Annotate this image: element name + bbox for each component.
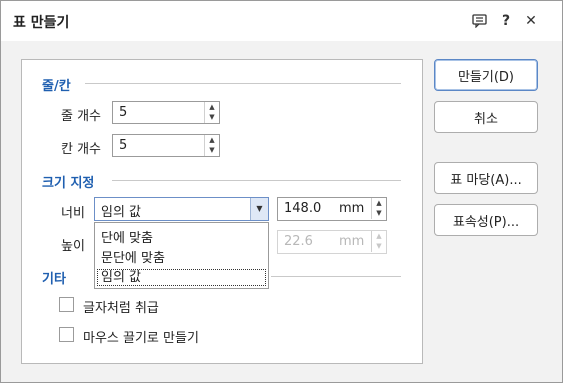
height-down-icon: ▼ (376, 242, 382, 250)
treat-as-char-checkbox[interactable] (59, 297, 74, 312)
mouse-drag-checkbox[interactable] (59, 327, 74, 342)
section-divider (112, 180, 401, 181)
width-mode-select[interactable]: 임의 값 ▼ (94, 197, 269, 221)
cols-spinner[interactable]: 5 ▲ ▼ (112, 134, 220, 157)
section-rows-cols: 줄/칸 (42, 79, 71, 94)
width-spinner[interactable]: 148.0 mm ▲ ▼ (277, 197, 387, 221)
dropdown-option[interactable]: 문단에 맞춤 (101, 247, 165, 266)
title-bar: 표 만들기 ? ✕ (1, 1, 562, 41)
help-icon[interactable]: ? (498, 13, 514, 29)
dropdown-option-selected[interactable]: 임의 값 (97, 269, 266, 286)
cols-label: 칸 개수 (61, 142, 102, 157)
mouse-drag-label[interactable]: 마우스 끌기로 만들기 (83, 327, 199, 346)
section-divider (85, 83, 401, 84)
height-up-icon: ▲ (376, 232, 382, 240)
width-down-icon[interactable]: ▼ (372, 208, 386, 218)
cancel-button[interactable]: 취소 (434, 101, 538, 133)
table-create-dialog: 표 만들기 ? ✕ 줄/칸 줄 개수 5 ▲ ▼ 칸 개수 5 ▲ ▼ 크기 지정 … (0, 0, 563, 383)
table-template-button[interactable]: 표 마당(A)... (434, 162, 538, 194)
rows-spinner[interactable]: 5 ▲ ▼ (112, 101, 220, 124)
cols-down-icon[interactable]: ▼ (205, 145, 219, 155)
width-mode-dropdown: 단에 맞춤 문단에 맞춤 임의 값 (94, 222, 269, 289)
dialog-title: 표 만들기 (13, 15, 70, 31)
width-label: 너비 (61, 206, 85, 221)
section-other: 기타 (42, 272, 66, 287)
rows-up-icon[interactable]: ▲ (205, 102, 219, 112)
create-button[interactable]: 만들기(D) (434, 59, 538, 91)
table-properties-button[interactable]: 표속성(P)... (434, 204, 538, 236)
width-value: 148.0 (284, 201, 322, 216)
width-unit: mm (339, 201, 365, 216)
height-spinner: 22.6 mm ▲ ▼ (277, 230, 387, 254)
chevron-down-icon[interactable]: ▼ (250, 198, 268, 220)
section-size: 크기 지정 (42, 176, 95, 191)
height-value: 22.6 (284, 234, 313, 249)
height-label: 높이 (61, 239, 85, 254)
dropdown-option[interactable]: 단에 맞춤 (101, 227, 153, 246)
width-up-icon[interactable]: ▲ (372, 198, 386, 208)
cols-value: 5 (119, 138, 128, 153)
close-icon[interactable]: ✕ (523, 13, 539, 29)
cols-up-icon[interactable]: ▲ (205, 135, 219, 145)
rows-down-icon[interactable]: ▼ (205, 112, 219, 122)
section-divider (271, 276, 401, 277)
rows-label: 줄 개수 (61, 109, 102, 124)
width-mode-value: 임의 값 (101, 205, 142, 220)
rows-value: 5 (119, 105, 128, 120)
treat-as-char-label[interactable]: 글자처럼 취급 (83, 297, 159, 316)
height-unit: mm (339, 234, 365, 249)
comment-icon[interactable] (471, 13, 487, 29)
